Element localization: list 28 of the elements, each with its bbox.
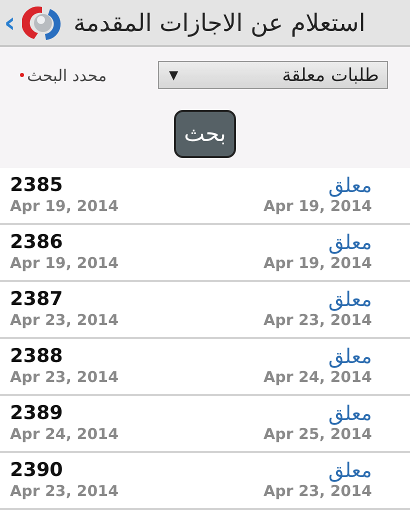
request-number: 2387 [10, 288, 64, 310]
request-status: معلق [328, 459, 372, 481]
request-status: معلق [328, 174, 372, 196]
request-date: Apr 19, 2014 [263, 197, 372, 216]
request-date: Apr 24, 2014 [10, 424, 119, 444]
request-date: Apr 25, 2014 [263, 425, 372, 444]
request-status: معلق [328, 345, 372, 367]
request-status: معلق [328, 288, 372, 310]
page-title: استعلام عن الاجازات المقدمة [74, 8, 366, 36]
request-number: 2385 [10, 174, 64, 196]
filter-dropdown[interactable]: ▼ طلبات معلقة [158, 61, 388, 89]
request-status: معلق [328, 231, 372, 253]
request-number: 2386 [10, 231, 64, 253]
request-date: Apr 19, 2014 [10, 253, 119, 273]
search-button[interactable]: بحث [174, 110, 236, 158]
request-date: Apr 23, 2014 [10, 367, 119, 387]
request-number: 2388 [10, 345, 64, 367]
request-date: Apr 23, 2014 [263, 311, 372, 330]
request-status: معلق [328, 402, 372, 424]
request-date: Apr 23, 2014 [10, 310, 119, 330]
request-number: 2390 [10, 459, 64, 481]
request-number: 2389 [10, 402, 64, 424]
request-date: Apr 23, 2014 [10, 481, 119, 501]
request-date: Apr 23, 2014 [263, 482, 372, 501]
request-date: Apr 24, 2014 [263, 368, 372, 387]
filter-label: محدد البحث [27, 66, 107, 84]
request-date: Apr 19, 2014 [10, 196, 119, 216]
request-date: Apr 19, 2014 [263, 254, 372, 273]
